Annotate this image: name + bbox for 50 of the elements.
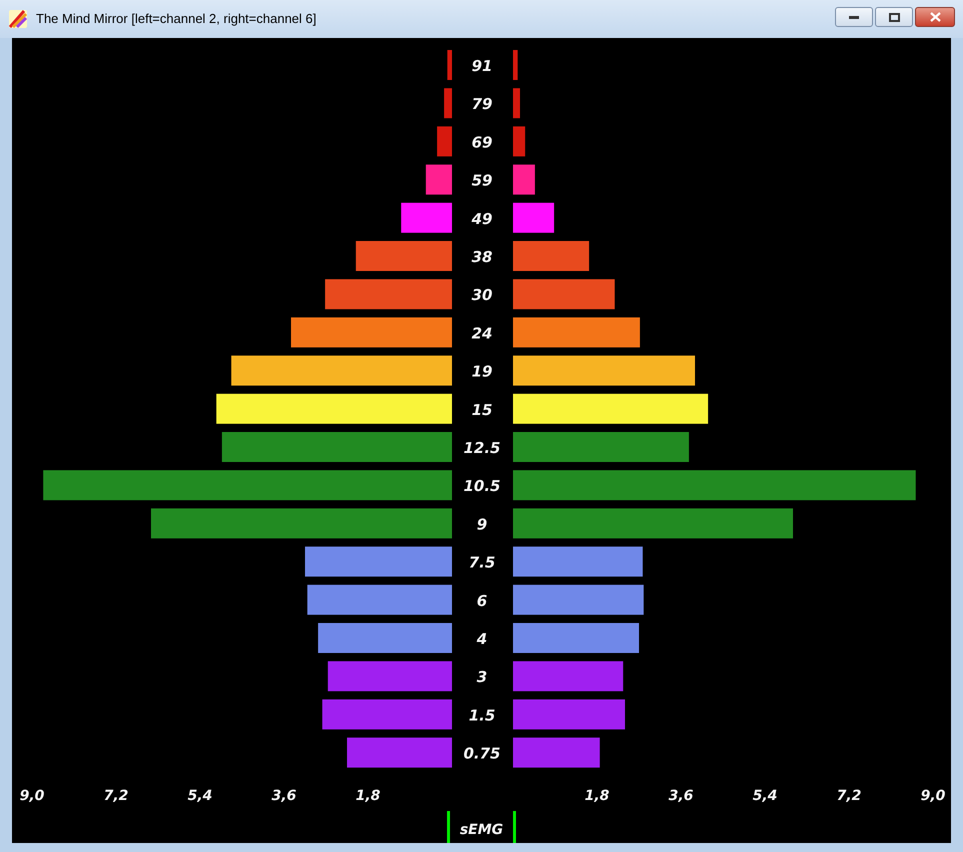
frequency-label: 4 bbox=[476, 630, 488, 648]
frequency-label: 38 bbox=[472, 248, 492, 266]
bar bbox=[444, 88, 452, 118]
frequency-label: 9 bbox=[476, 515, 488, 534]
frequency-label: 7.5 bbox=[468, 554, 496, 572]
frequency-label: 49 bbox=[472, 210, 492, 228]
bar bbox=[401, 202, 452, 233]
frequency-label: 12.5 bbox=[464, 439, 500, 457]
tick-label: 3,6 bbox=[668, 788, 694, 804]
frequency-label: 10.5 bbox=[464, 477, 500, 496]
frequency-label: 69 bbox=[472, 133, 492, 152]
tick-label: 3,6 bbox=[272, 788, 296, 804]
frequency-label: 15 bbox=[472, 400, 492, 419]
frequency-label: 24 bbox=[472, 324, 492, 342]
frequency-label: 91 bbox=[472, 57, 492, 75]
bar bbox=[513, 50, 518, 80]
minimize-button[interactable] bbox=[835, 7, 873, 27]
frequency-label: 1.5 bbox=[468, 706, 496, 724]
frequency-label: 3 bbox=[476, 668, 488, 686]
rainbow-icon bbox=[8, 9, 28, 29]
bar bbox=[513, 88, 520, 118]
footer-label: sEMG bbox=[458, 821, 504, 839]
maximize-button[interactable] bbox=[875, 7, 913, 27]
frequency-label: 79 bbox=[472, 95, 492, 114]
restore-icon bbox=[888, 12, 900, 22]
tick-label: 5,4 bbox=[188, 788, 212, 804]
tick-label: 7,2 bbox=[836, 788, 862, 804]
tick-label: 5,4 bbox=[752, 788, 778, 804]
bar bbox=[447, 50, 452, 80]
close-icon bbox=[930, 12, 940, 22]
window-title: The Mind Mirror [left=channel 2, right=channel 6] bbox=[36, 10, 318, 28]
bar bbox=[426, 164, 452, 195]
frequency-label: 59 bbox=[472, 172, 492, 190]
frequency-label: 0.75 bbox=[464, 744, 500, 763]
marker-line bbox=[513, 811, 516, 843]
frequency-label: 6 bbox=[476, 592, 488, 610]
tick-label: 1,8 bbox=[356, 788, 380, 804]
tick-label: 7,2 bbox=[104, 788, 128, 804]
tick-label: 1,8 bbox=[584, 788, 610, 804]
bar bbox=[513, 126, 526, 156]
bar bbox=[513, 202, 554, 233]
bar bbox=[513, 164, 535, 195]
bar bbox=[437, 126, 452, 156]
frequency-label: 30 bbox=[472, 286, 492, 304]
tick-label: 9,0 bbox=[20, 788, 44, 804]
marker-line bbox=[447, 811, 450, 843]
tick-label: 9,0 bbox=[920, 788, 946, 804]
minimize-icon bbox=[849, 15, 859, 19]
close-button[interactable] bbox=[915, 7, 955, 27]
frequency-label: 19 bbox=[472, 362, 492, 381]
